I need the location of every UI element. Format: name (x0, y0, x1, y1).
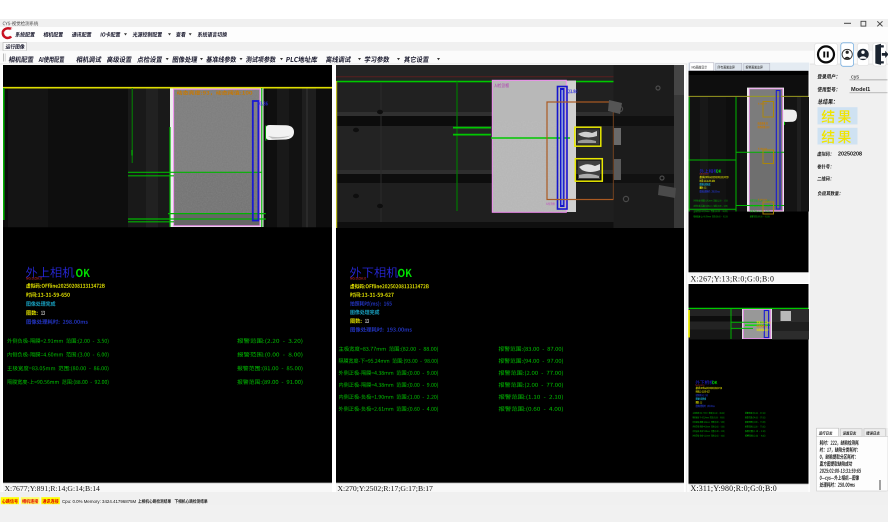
svg-text:X:270;Y:2502;R:17;G:17;B:17: X:270;Y:2502;R:17;G:17;B:17 (338, 484, 434, 493)
svg-text:20250208: 20250208 (838, 152, 862, 158)
svg-text:Model1: Model1 (851, 87, 870, 93)
svg-text:cys: cys (851, 74, 859, 80)
svg-text:X:7677;Y:891;R:14;G:14;B:14: X:7677;Y:891;R:14;G:14;B:14 (5, 484, 101, 493)
svg-text:X:267;Y:13;R:0;G:0;B:0: X:267;Y:13;R:0;G:0;B:0 (691, 274, 775, 283)
svg-text:Cpu: 0.0% Memory: 3424.4179687: Cpu: 0.0% Memory: 3424.41796875M (62, 499, 137, 504)
svg-text:X:311;Y:980;R:0;G:0;B:0: X:311;Y:980;R:0;G:0;B:0 (691, 484, 777, 493)
